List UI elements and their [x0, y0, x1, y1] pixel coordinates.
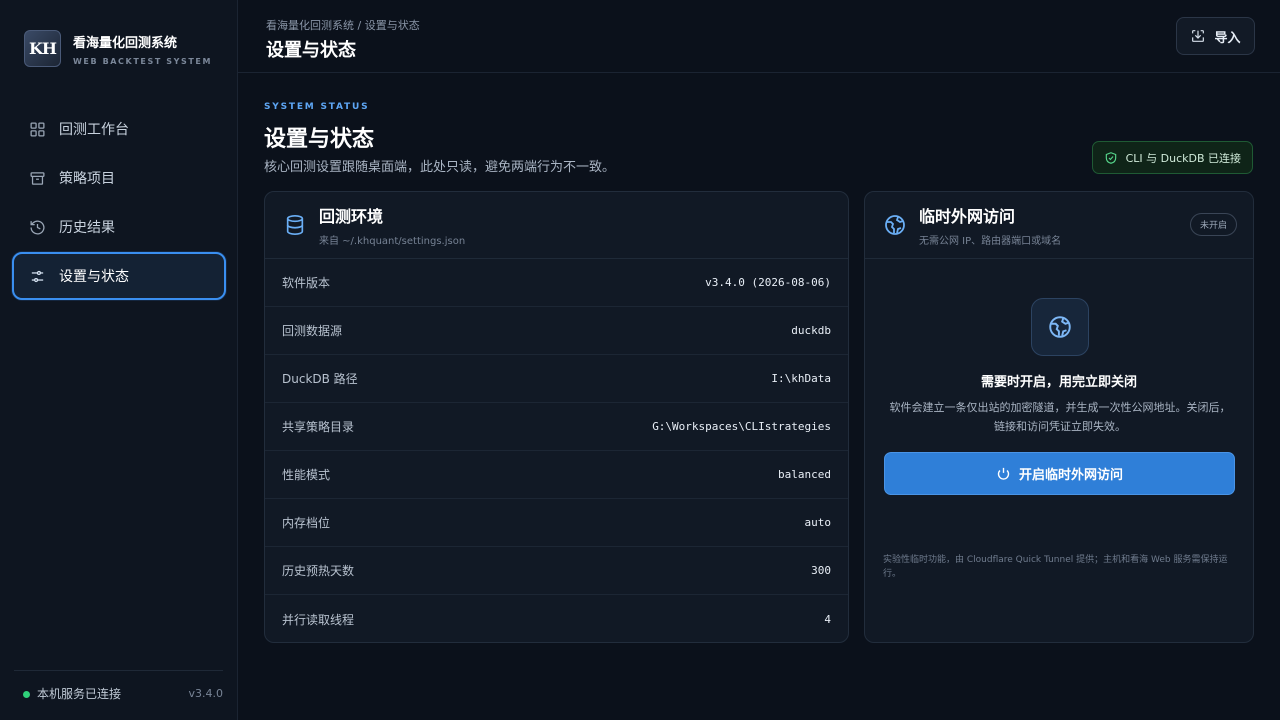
settings-row: 内存档位 auto	[265, 499, 848, 547]
settings-row: 历史预热天数 300	[265, 547, 848, 595]
env-card-header: 回测环境 来自 ~/.khquant/settings.json	[265, 192, 848, 259]
setting-value: 4	[824, 612, 831, 626]
setting-key: 性能模式	[282, 468, 331, 482]
sidebar-footer: 本机服务已连接 v3.4.0	[14, 670, 223, 702]
settings-row: 软件版本 v3.4.0 (2026-08-06)	[265, 259, 848, 307]
sliders-icon	[28, 267, 46, 285]
tunnel-hero-icon	[1031, 298, 1089, 356]
setting-value: 300	[811, 564, 831, 577]
sidebar-item-workbench[interactable]: 回测工作台	[12, 105, 226, 153]
setting-value: v3.4.0 (2026-08-06)	[705, 276, 831, 289]
tunnel-card-title: 临时外网访问	[919, 207, 1016, 226]
brand-name: 看海量化回测系统	[73, 35, 178, 51]
globe-icon	[1049, 316, 1071, 338]
setting-key: 软件版本	[282, 276, 331, 290]
header-title: 设置与状态	[266, 40, 356, 61]
import-button-label: 导入	[1214, 30, 1241, 46]
setting-value: balanced	[778, 468, 831, 481]
setting-value: duckdb	[791, 324, 831, 337]
top-header: 看海量化回测系统 / 设置与状态 设置与状态 导入	[238, 0, 1280, 73]
setting-key: 历史预热天数	[282, 564, 355, 578]
status-dot-icon	[23, 691, 30, 698]
setting-key: 回测数据源	[282, 324, 343, 338]
brand-subtitle: WEB BACKTEST SYSTEM	[73, 56, 213, 66]
sidebar-item-settings[interactable]: 设置与状态	[12, 252, 226, 300]
import-button[interactable]: 导入	[1176, 17, 1255, 55]
setting-key: 并行读取线程	[282, 612, 355, 627]
connection-status-label: CLI 与 DuckDB 已连接	[1125, 151, 1241, 165]
tunnel-card-header: 临时外网访问 无需公网 IP、路由器端口或域名 未开启	[865, 192, 1253, 259]
breadcrumb: 看海量化回测系统 / 设置与状态	[266, 19, 420, 32]
power-icon	[997, 467, 1010, 480]
sidebar-item-label: 策略项目	[59, 171, 115, 187]
import-icon	[1192, 30, 1205, 42]
tunnel-description: 软件会建立一条仅出站的加密隧道，并生成一次性公网地址。关闭后，链接和访问凭证立即…	[889, 401, 1231, 433]
setting-value: G:\Workspaces\CLIstrategies	[652, 420, 831, 433]
setting-key: 内存档位	[282, 516, 331, 530]
tunnel-access-card: 临时外网访问 无需公网 IP、路由器端口或域名 未开启 需要时开启，用完立即关闭…	[864, 191, 1254, 643]
sidebar-item-strategies[interactable]: 策略项目	[12, 154, 226, 202]
database-icon	[283, 213, 307, 237]
globe-icon	[883, 213, 907, 237]
settings-row: DuckDB 路径 I:\khData	[265, 355, 848, 403]
sidebar: KH 看海量化回测系统 WEB BACKTEST SYSTEM 回测工作台 策略…	[0, 0, 238, 720]
settings-row: 回测数据源 duckdb	[265, 307, 848, 355]
connection-status-badge: CLI 与 DuckDB 已连接	[1091, 141, 1253, 174]
tunnel-footnote: 实验性临时功能，由 Cloudflare Quick Tunnel 提供；主机和…	[883, 555, 1228, 579]
brand-logo: KH	[24, 30, 61, 67]
sidebar-item-label: 历史结果	[59, 220, 115, 236]
service-status-label: 本机服务已连接	[37, 687, 122, 701]
env-card-title: 回测环境	[319, 207, 384, 226]
backtest-env-card: 回测环境 来自 ~/.khquant/settings.json 软件版本 v3…	[264, 191, 849, 643]
version-label: v3.4.0	[188, 687, 224, 700]
setting-value: I:\khData	[771, 372, 831, 385]
sidebar-item-history[interactable]: 历史结果	[12, 203, 226, 251]
sidebar-item-label: 回测工作台	[59, 122, 129, 138]
open-tunnel-button[interactable]: 开启临时外网访问	[884, 452, 1235, 495]
settings-row: 性能模式 balanced	[265, 451, 848, 499]
tunnel-status-badge: 未开启	[1189, 213, 1237, 236]
page-eyebrow: SYSTEM STATUS	[264, 102, 370, 112]
settings-list: 软件版本 v3.4.0 (2026-08-06) 回测数据源 duckdb Du…	[265, 259, 848, 642]
setting-key: DuckDB 路径	[282, 372, 358, 386]
sidebar-nav: 回测工作台 策略项目 历史结果 设置与状态	[12, 105, 226, 301]
history-icon	[28, 218, 46, 236]
brand[interactable]: KH 看海量化回测系统 WEB BACKTEST SYSTEM	[24, 30, 212, 67]
tunnel-heading: 需要时开启，用完立即关闭	[980, 375, 1137, 390]
archive-icon	[28, 169, 46, 187]
env-card-subtitle: 来自 ~/.khquant/settings.json	[319, 236, 466, 247]
service-status: 本机服务已连接	[14, 685, 121, 702]
setting-key: 共享策略目录	[282, 420, 355, 434]
page-title: 设置与状态	[264, 127, 375, 152]
settings-row: 并行读取线程 4	[265, 595, 848, 642]
setting-value: auto	[804, 516, 832, 529]
tunnel-card-subtitle: 无需公网 IP、路由器端口或域名	[919, 236, 1062, 247]
grid-icon	[28, 120, 46, 138]
settings-row: 共享策略目录 G:\Workspaces\CLIstrategies	[265, 403, 848, 451]
page-description: 核心回测设置跟随桌面端，此处只读，避免两端行为不一致。	[264, 160, 616, 175]
sidebar-item-label: 设置与状态	[59, 269, 129, 285]
shield-check-icon	[1105, 151, 1116, 164]
open-tunnel-button-label: 开启临时外网访问	[1018, 468, 1123, 483]
